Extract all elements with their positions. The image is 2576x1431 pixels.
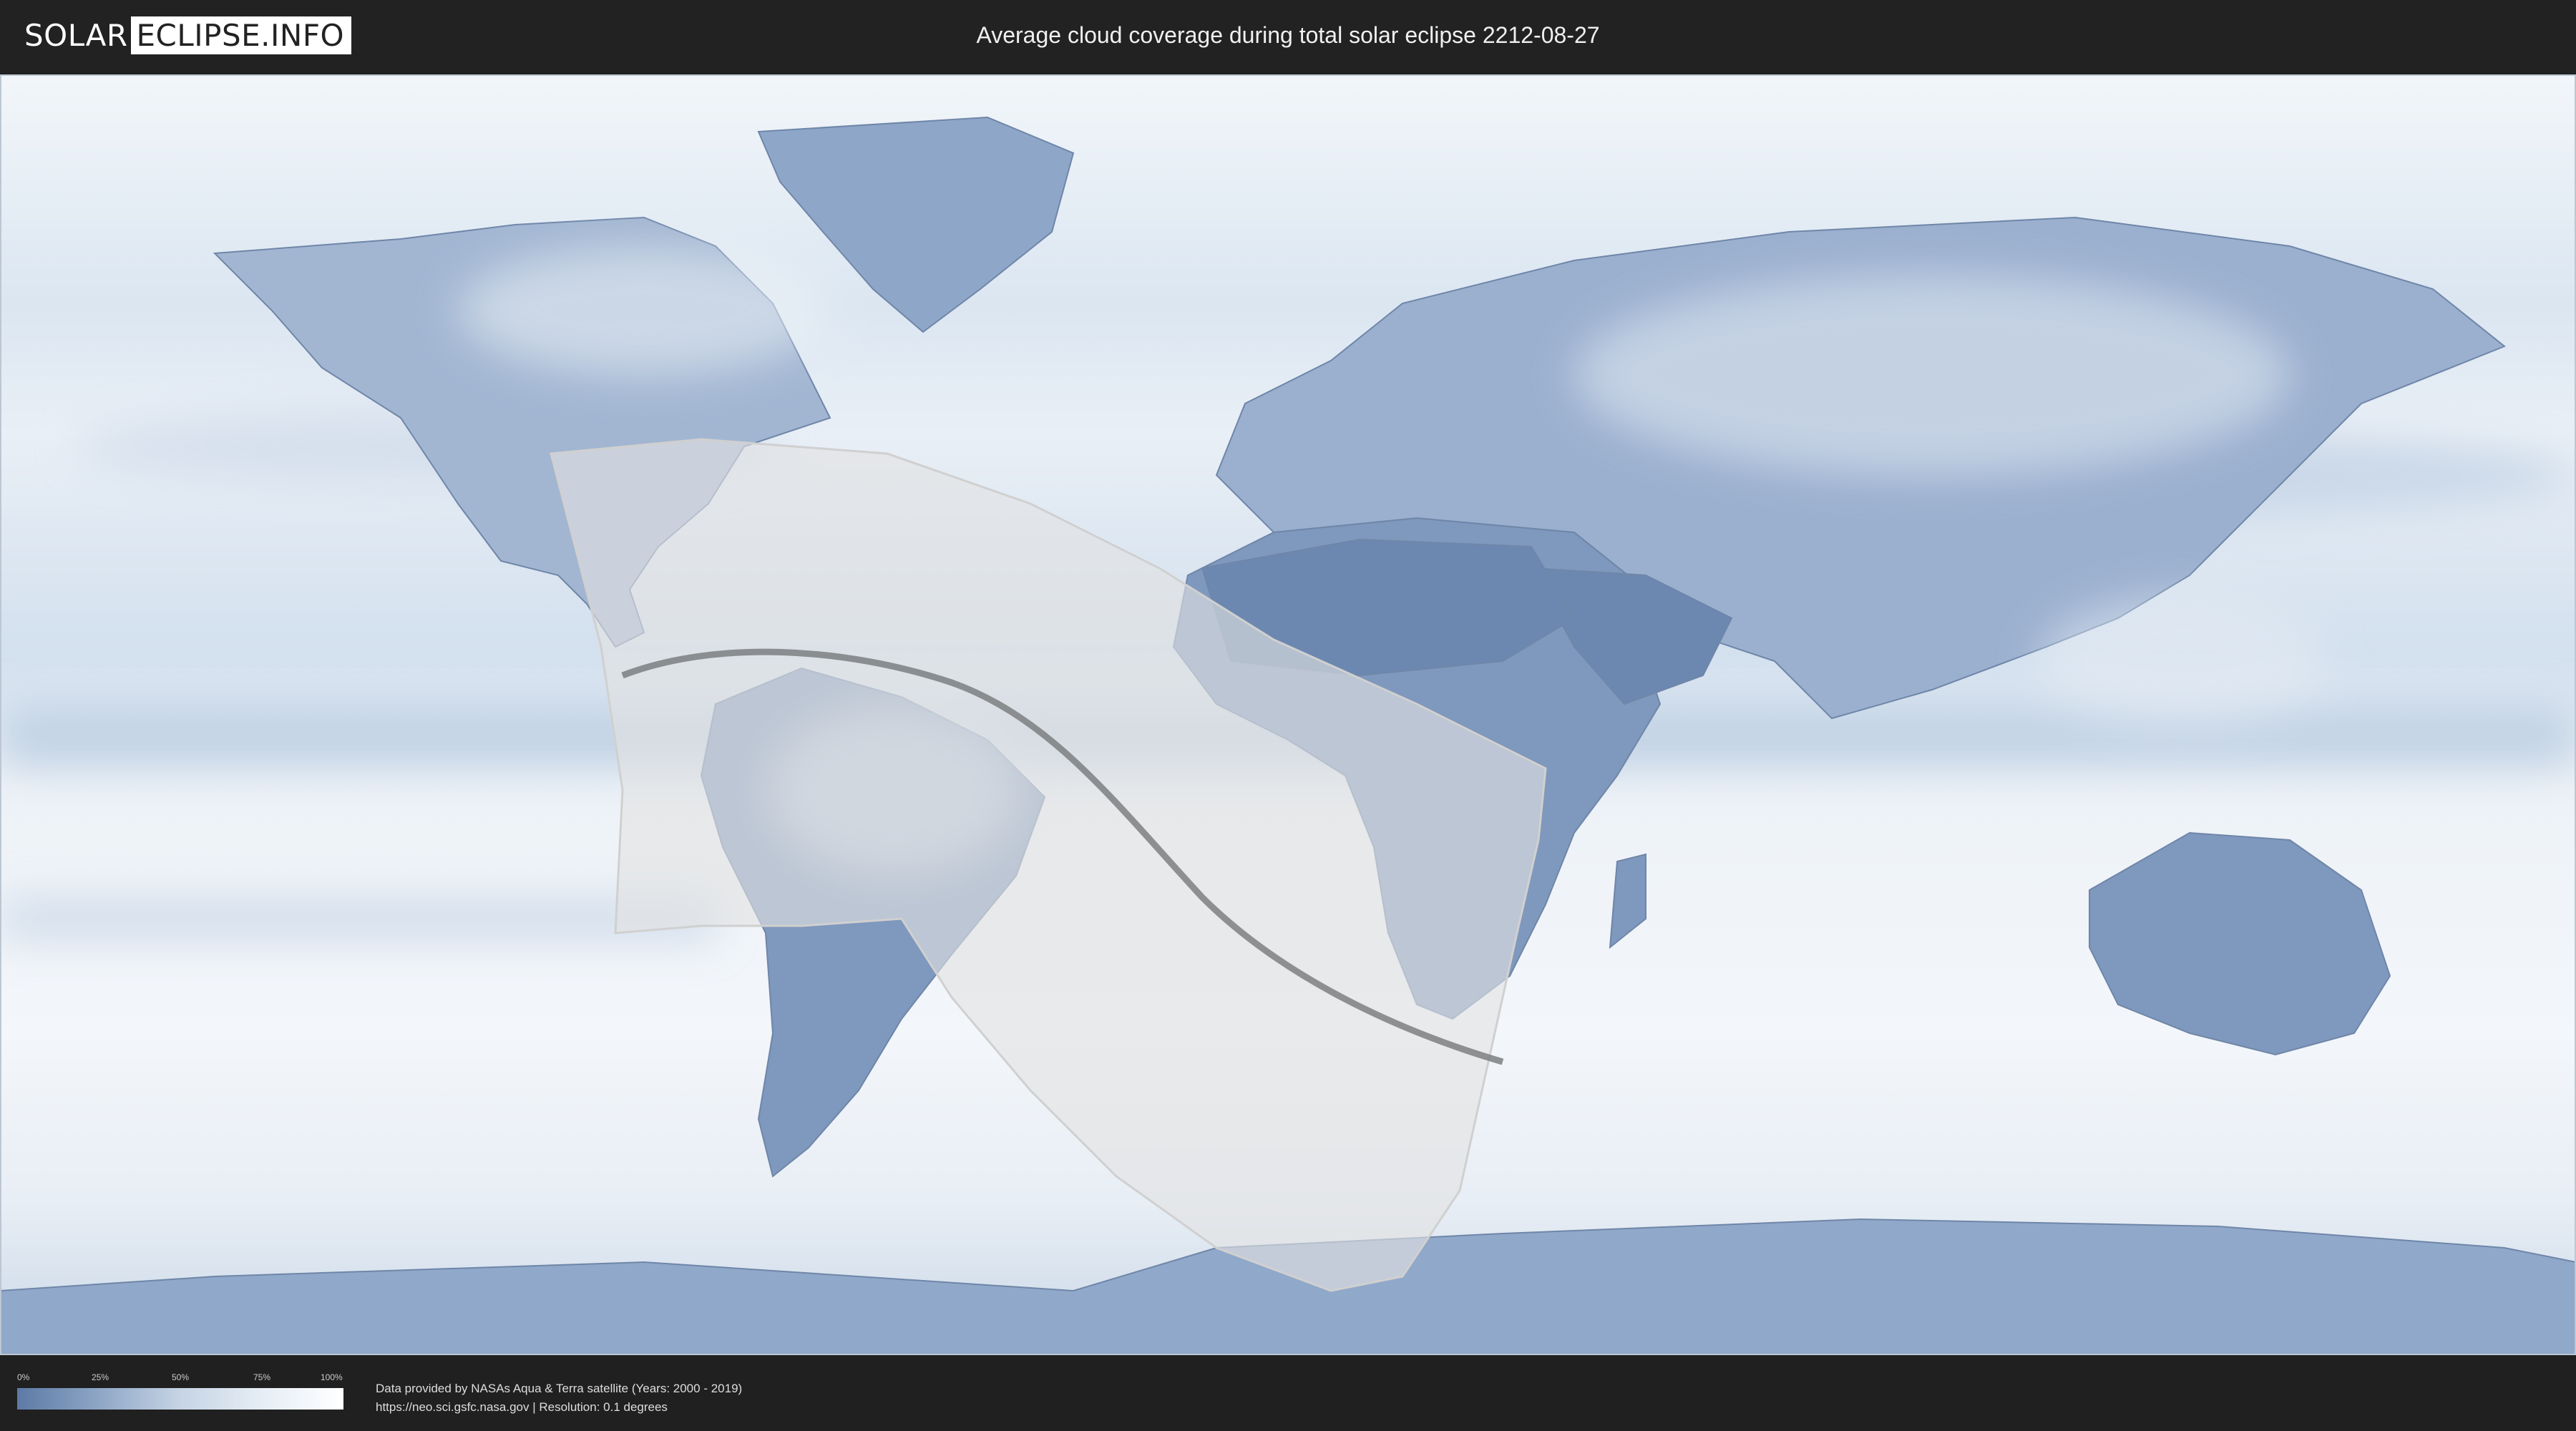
legend-tick-50: 50%	[172, 1372, 190, 1382]
south-pacific-band	[0, 897, 716, 940]
cloud-coverage-map	[0, 74, 2576, 1355]
data-credits: Data provided by NASAs Aqua & Terra sate…	[376, 1379, 742, 1417]
credits-line-url[interactable]: https://neo.sci.gsfc.nasa.gov | Resoluti…	[376, 1398, 742, 1417]
legend-tick-25: 25%	[92, 1372, 109, 1382]
cloud-coverage-legend: 0% 25% 50% 75% 100%	[17, 1372, 343, 1410]
legend-tick-75: 75%	[253, 1372, 271, 1382]
map-canvas	[0, 74, 2576, 1355]
legend-tick-100: 100%	[321, 1372, 343, 1382]
legend-color-bar	[17, 1388, 343, 1410]
header-bar: SOLAR ECLIPSE.INFO Average cloud coverag…	[0, 0, 2576, 73]
page-title: Average cloud coverage during total sola…	[976, 22, 1600, 48]
legend-tick-0: 0%	[17, 1372, 30, 1382]
footer-bar: 0% 25% 50% 75% 100% Data provided by NAS…	[0, 1355, 2576, 1431]
credits-line-source: Data provided by NASAs Aqua & Terra sate…	[376, 1382, 743, 1395]
legend-ticks: 0% 25% 50% 75% 100%	[17, 1372, 343, 1388]
